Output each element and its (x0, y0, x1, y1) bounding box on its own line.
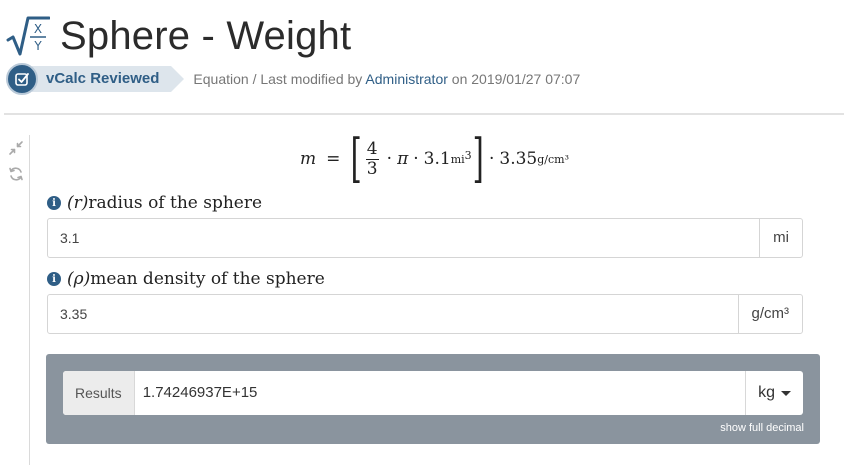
radius-input[interactable]: 3.1 (48, 219, 759, 257)
formula-dot-2: · (413, 149, 419, 169)
page-title: Sphere - Weight (60, 14, 352, 58)
formula-density-unit: g/cm³ (537, 152, 569, 166)
radius-input-group: 3.1 mi (47, 218, 803, 258)
svg-text:Y: Y (33, 39, 42, 53)
modified-date: 2019/01/27 07:07 (471, 71, 581, 87)
density-label-text: mean density of the sphere (90, 269, 325, 289)
formula-radius-value: 3.1 (423, 149, 451, 169)
results-box: Results 1.74246937E+15 kg (63, 371, 803, 415)
meta-on: on (451, 71, 468, 87)
check-square-icon (6, 63, 38, 95)
formula-equals: = (326, 149, 341, 169)
reviewed-badge[interactable]: vCalc Reviewed (6, 63, 185, 95)
density-input[interactable]: 3.35 (48, 295, 738, 333)
formula-radius-unit: mi (450, 152, 465, 166)
info-icon[interactable]: i (47, 196, 61, 210)
results-panel: Results 1.74246937E+15 kg show full deci… (46, 354, 820, 444)
side-toolbar (8, 140, 24, 192)
formula-dot-3: · (488, 149, 495, 169)
bracket-right: ] (472, 129, 484, 189)
header-divider (4, 113, 844, 115)
density-input-group: 3.35 g/cm³ (47, 294, 803, 334)
side-rule (29, 135, 30, 465)
sqrt-fraction-logo-icon: X Y (6, 16, 50, 56)
bracket-left: [ (350, 129, 363, 189)
author-link[interactable]: Administrator (365, 71, 447, 87)
results-label: Results (63, 371, 135, 415)
density-unit[interactable]: g/cm³ (737, 295, 802, 333)
collapse-arrows-icon[interactable] (8, 140, 24, 156)
reviewed-badge-label: vCalc Reviewed (32, 66, 185, 92)
show-full-decimal-link[interactable]: show full decimal (720, 422, 804, 434)
results-unit-label: kg (758, 384, 775, 401)
modification-info: Equation / Last modified by Administrato… (193, 71, 580, 87)
page-header: X Y Sphere - Weight (6, 12, 351, 60)
fraction: 4 3 (365, 138, 379, 179)
formula-exponent: 3 (464, 148, 472, 162)
fraction-numerator: 4 (366, 138, 378, 159)
radius-label-text: radius of the sphere (88, 193, 263, 213)
density-label: i (ρ) mean density of the sphere (47, 269, 325, 289)
svg-text:X: X (34, 22, 42, 36)
formula-density-value: 3.35 (499, 149, 538, 169)
radius-symbol: (r) (67, 193, 89, 213)
meta-row: vCalc Reviewed Equation / Last modified … (6, 62, 580, 96)
fraction-denominator: 3 (366, 158, 378, 179)
formula: m = [ 4 3 · π · 3.1 mi 3 ] · 3.35 g/cm³ (300, 132, 569, 186)
results-unit-dropdown[interactable]: kg (745, 371, 803, 415)
density-symbol: (ρ) (67, 269, 91, 289)
refresh-icon[interactable] (8, 166, 24, 182)
info-icon[interactable]: i (47, 272, 61, 286)
results-value[interactable]: 1.74246937E+15 (135, 371, 745, 415)
formula-lhs: m (300, 149, 317, 169)
caret-down-icon (781, 390, 791, 396)
formula-pi: π (397, 149, 409, 169)
radius-unit[interactable]: mi (759, 219, 802, 257)
meta-prefix: Equation / Last modified by (193, 71, 363, 87)
formula-dot-1: · (386, 149, 393, 169)
radius-label: i (r) radius of the sphere (47, 193, 262, 213)
